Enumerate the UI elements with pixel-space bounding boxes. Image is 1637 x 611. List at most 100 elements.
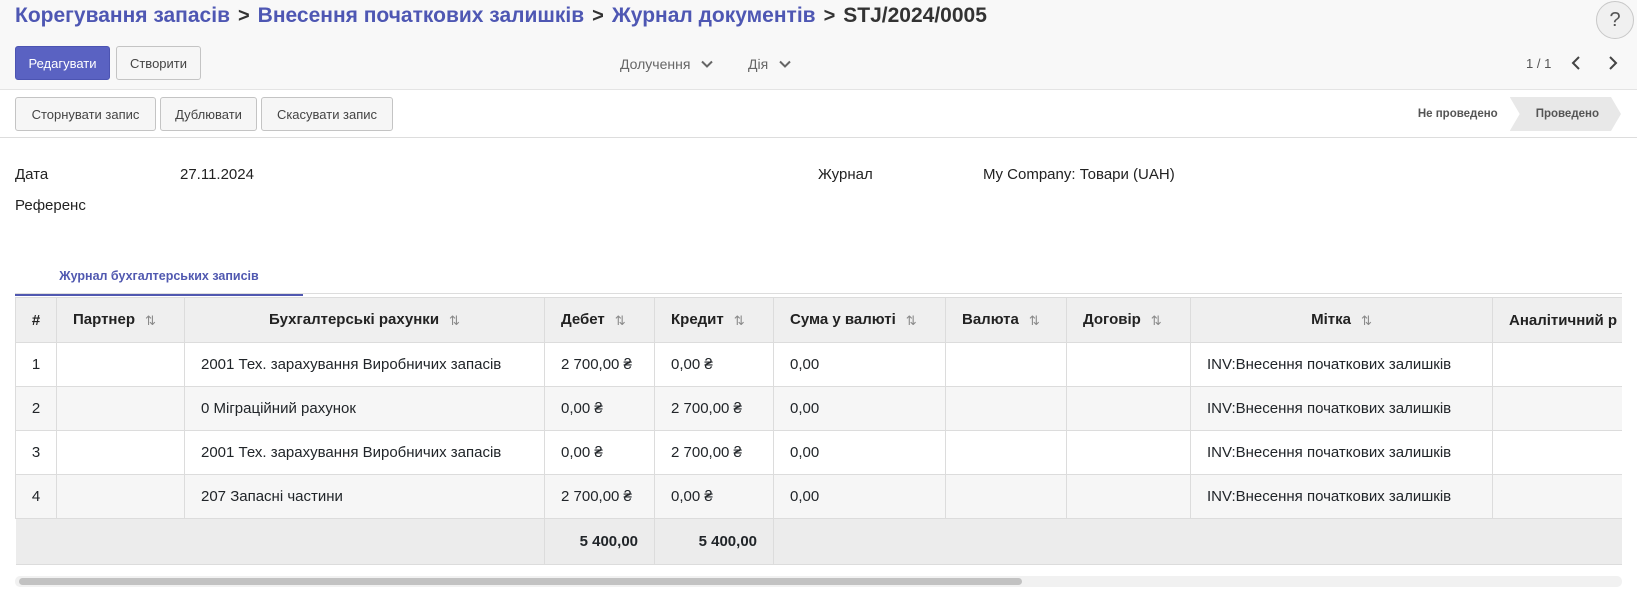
- breadcrumb-separator: >: [823, 4, 836, 27]
- cell-partner: [56, 474, 185, 519]
- status-stages: Не проведено Проведено: [1404, 97, 1621, 131]
- cell-credit: 0,00 ₴: [654, 342, 774, 387]
- journal-items-grid: # Партнер ⇅ Бухгалтерські рахунки ⇅ Дебет ⇅…: [15, 297, 1622, 565]
- cell-debit: 2 700,00 ₴: [544, 474, 655, 519]
- total-credit: 5 400,00: [654, 518, 774, 565]
- cancel-entry-button[interactable]: Скасувати запис: [261, 97, 393, 131]
- sort-icon[interactable]: ⇅: [449, 313, 460, 329]
- column-header-label[interactable]: Мітка ⇅: [1190, 297, 1493, 343]
- cell-debit: 0,00 ₴: [544, 386, 655, 431]
- sort-icon[interactable]: ⇅: [1361, 313, 1372, 329]
- date-value: 27.11.2024: [180, 166, 254, 183]
- attachments-label: Долучення: [620, 56, 691, 72]
- horizontal-scrollbar-thumb[interactable]: [19, 578, 1022, 585]
- cell-account: 207 Запасні частини: [184, 474, 545, 519]
- cell-account: 2001 Тех. зарахування Виробничих запасів: [184, 430, 545, 475]
- breadcrumb-current: STJ/2024/0005: [843, 4, 987, 27]
- total-debit: 5 400,00: [544, 518, 655, 565]
- cell-label: INV:Внесення початкових залишків: [1190, 430, 1493, 475]
- sort-icon[interactable]: ⇅: [734, 313, 745, 329]
- cell-debit: 0,00 ₴: [544, 430, 655, 475]
- cell-amount-currency: 0,00: [773, 386, 946, 431]
- help-button[interactable]: ?: [1596, 1, 1634, 39]
- breadcrumb-item-journal-documents[interactable]: Журнал документів: [612, 4, 816, 28]
- create-button[interactable]: Створити: [116, 46, 201, 80]
- column-header-currency[interactable]: Валюта ⇅: [945, 297, 1067, 343]
- cell-credit: 2 700,00 ₴: [654, 430, 774, 475]
- cell-currency: [945, 386, 1067, 431]
- stage-posted[interactable]: Проведено: [1510, 97, 1621, 131]
- journal-label: Журнал: [818, 166, 873, 183]
- cell-analytic: [1492, 386, 1622, 431]
- cell-contract: [1066, 342, 1191, 387]
- journal-items-table: # Партнер ⇅ Бухгалтерські рахунки ⇅ Дебет ⇅…: [15, 297, 1622, 565]
- column-header-credit[interactable]: Кредит ⇅: [654, 297, 774, 343]
- column-header-partner[interactable]: Партнер ⇅: [56, 297, 185, 343]
- cell-credit: 2 700,00 ₴: [654, 386, 774, 431]
- chevron-down-icon: [701, 60, 714, 68]
- cell-contract: [1066, 474, 1191, 519]
- cell-currency: [945, 430, 1067, 475]
- cell-label: INV:Внесення початкових залишків: [1190, 386, 1493, 431]
- breadcrumb-item-opening-balances[interactable]: Внесення початкових залишків: [258, 4, 584, 28]
- pager-value[interactable]: 1 / 1: [1526, 56, 1551, 71]
- sort-icon[interactable]: ⇅: [145, 313, 156, 329]
- attachments-dropdown[interactable]: Долучення: [620, 56, 714, 72]
- cell-analytic: [1492, 430, 1622, 475]
- chevron-down-icon: [779, 60, 791, 68]
- table-row[interactable]: 3 2001 Тех. зарахування Виробничих запасі…: [15, 430, 1622, 475]
- breadcrumb-item-stock-adjustment[interactable]: Корегування запасів: [15, 4, 230, 28]
- column-header-debit[interactable]: Дебет ⇅: [544, 297, 655, 343]
- cell-row-number: 1: [15, 342, 57, 387]
- sort-icon[interactable]: ⇅: [615, 313, 626, 329]
- action-label: Дія: [748, 56, 769, 72]
- column-header-contract[interactable]: Договір ⇅: [1066, 297, 1191, 343]
- cell-partner: [56, 430, 185, 475]
- table-row[interactable]: 4 207 Запасні частини 2 700,00 ₴ 0,00 ₴ 0,00…: [15, 474, 1622, 519]
- duplicate-button[interactable]: Дублювати: [160, 97, 257, 131]
- cell-analytic: [1492, 342, 1622, 387]
- cell-amount-currency: 0,00: [773, 430, 946, 475]
- tab-journal-items[interactable]: Журнал бухгалтерських записів: [15, 258, 303, 296]
- reference-label: Референс: [15, 197, 86, 214]
- sort-icon[interactable]: ⇅: [1029, 313, 1040, 329]
- cell-row-number: 2: [15, 386, 57, 431]
- totals-row: 5 400,00 5 400,00: [15, 518, 1622, 565]
- breadcrumb-separator: >: [592, 4, 604, 27]
- sort-icon[interactable]: ⇅: [906, 313, 917, 329]
- action-dropdown[interactable]: Дія: [748, 56, 792, 72]
- cell-credit: 0,00 ₴: [654, 474, 774, 519]
- cell-label: INV:Внесення початкових залишків: [1190, 342, 1493, 387]
- chevron-right-icon[interactable]: [1606, 54, 1620, 72]
- stage-draft[interactable]: Не проведено: [1404, 97, 1510, 131]
- table-body: 1 2001 Тех. зарахування Виробничих запасі…: [15, 342, 1622, 519]
- cell-partner: [56, 386, 185, 431]
- cell-debit: 2 700,00 ₴: [544, 342, 655, 387]
- cell-currency: [945, 342, 1067, 387]
- breadcrumb: Корегування запасів > Внесення початкови…: [15, 4, 987, 28]
- edit-button[interactable]: Редагувати: [15, 46, 110, 80]
- date-label: Дата: [15, 166, 49, 183]
- cell-partner: [56, 342, 185, 387]
- journal-value[interactable]: My Company: Товари (UAH): [983, 166, 1175, 183]
- status-bar: Сторнувати запис Дублювати Скасувати зап…: [0, 91, 1637, 138]
- column-header-account[interactable]: Бухгалтерські рахунки ⇅: [184, 297, 545, 343]
- column-header-analytic[interactable]: Аналітичний р: [1492, 297, 1622, 343]
- cell-currency: [945, 474, 1067, 519]
- sort-icon[interactable]: ⇅: [1151, 313, 1162, 329]
- control-panel: Корегування запасів > Внесення початкови…: [0, 0, 1637, 90]
- cell-amount-currency: 0,00: [773, 474, 946, 519]
- reverse-entry-button[interactable]: Сторнувати запис: [15, 97, 156, 131]
- cell-contract: [1066, 430, 1191, 475]
- cell-contract: [1066, 386, 1191, 431]
- column-header-amount-currency[interactable]: Сума у валюті ⇅: [773, 297, 946, 343]
- tab-divider: [15, 293, 1622, 294]
- table-row[interactable]: 1 2001 Тех. зарахування Виробничих запасі…: [15, 342, 1622, 387]
- table-row[interactable]: 2 0 Міграційний рахунок 0,00 ₴ 2 700,00 ₴ 0,…: [15, 386, 1622, 431]
- totals-spacer: [773, 518, 1622, 565]
- chevron-left-icon[interactable]: [1569, 54, 1583, 72]
- column-header-number: #: [15, 297, 57, 343]
- cell-row-number: 4: [15, 474, 57, 519]
- table-header-row: # Партнер ⇅ Бухгалтерські рахунки ⇅ Дебет ⇅…: [15, 297, 1622, 343]
- cell-account: 0 Міграційний рахунок: [184, 386, 545, 431]
